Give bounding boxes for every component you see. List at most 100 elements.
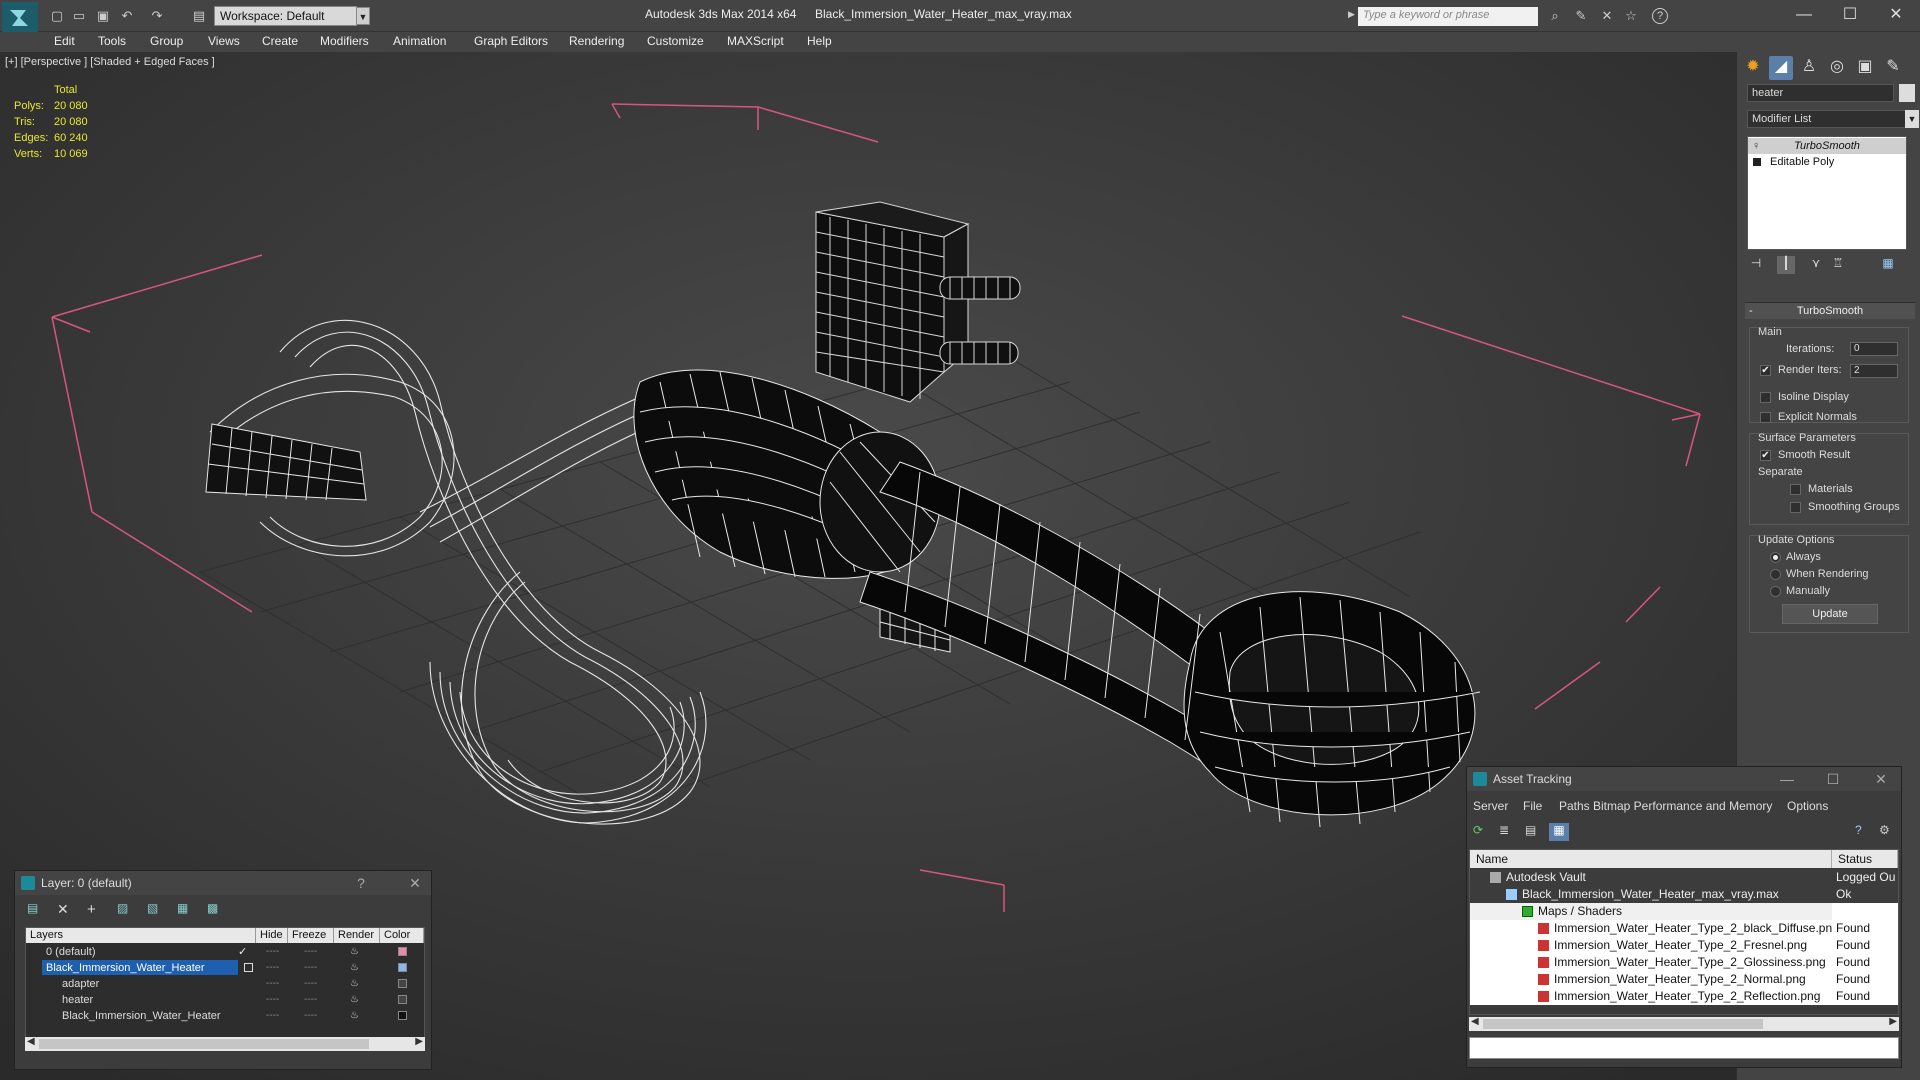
scroll-left-icon[interactable]: ◀ bbox=[27, 1036, 35, 1047]
menu-modifiers[interactable]: Modifiers bbox=[320, 34, 369, 48]
highlight-layer-icon[interactable]: ▧ bbox=[147, 901, 158, 915]
hide-toggle[interactable]: ---- bbox=[266, 1008, 280, 1024]
layer-window-help[interactable]: ? bbox=[351, 871, 371, 895]
freeze-toggle[interactable]: ---- bbox=[304, 960, 318, 976]
active-layer-check-icon[interactable]: ✓ bbox=[238, 944, 247, 960]
asset-row[interactable]: Immersion_Water_Heater_Type_2_Fresnel.pn… bbox=[1470, 937, 1898, 954]
asset-row[interactable]: Immersion_Water_Heater_Type_2_Glossiness… bbox=[1470, 954, 1898, 971]
freeze-toggle[interactable]: ---- bbox=[304, 976, 318, 992]
lightbulb-icon[interactable]: ♀ bbox=[1752, 138, 1760, 154]
render-iters-spinner[interactable]: 2 bbox=[1850, 364, 1898, 378]
layer-row[interactable]: heater ---- ---- ♨ bbox=[26, 992, 424, 1008]
delete-layer-icon[interactable]: ✕ bbox=[57, 901, 69, 918]
asset-menu-server[interactable]: Server bbox=[1473, 799, 1508, 813]
table-view-icon[interactable]: ▦ bbox=[1549, 823, 1569, 841]
asset-horizontal-scrollbar[interactable]: ◀ ▶ bbox=[1469, 1016, 1899, 1031]
freeze-toggle[interactable]: ---- bbox=[304, 1008, 318, 1024]
layer-window-titlebar[interactable]: Layer: 0 (default) ? ✕ bbox=[15, 871, 431, 895]
render-teapot-icon[interactable]: ♨ bbox=[350, 976, 364, 992]
col-layers[interactable]: Layers bbox=[26, 928, 256, 943]
layer-active-box-icon[interactable] bbox=[244, 963, 253, 972]
smoothing-groups-checkbox[interactable] bbox=[1790, 502, 1801, 513]
menu-customize[interactable]: Customize bbox=[647, 34, 704, 48]
hide-toggle[interactable]: ---- bbox=[266, 944, 280, 960]
asset-tracking-window[interactable]: Asset Tracking — ☐ ✕ Server File Paths B… bbox=[1466, 766, 1902, 1068]
col-name[interactable]: Name bbox=[1470, 850, 1832, 868]
hide-all-layers-icon[interactable]: ▦ bbox=[177, 901, 188, 915]
when-rendering-radio[interactable] bbox=[1770, 569, 1781, 580]
col-render[interactable]: Render bbox=[334, 928, 380, 943]
asset-row[interactable]: Maps / Shaders bbox=[1470, 903, 1898, 920]
vault-help-icon[interactable]: ? bbox=[1855, 823, 1862, 837]
viewport-label[interactable]: [+] [Perspective ] [Shaded + Edged Faces… bbox=[5, 56, 215, 68]
asset-menu-file[interactable]: File bbox=[1523, 799, 1542, 813]
pin-stack-icon[interactable]: ⊣ bbox=[1747, 256, 1765, 274]
col-freeze[interactable]: Freeze bbox=[288, 928, 334, 943]
asset-menu-options[interactable]: Options bbox=[1787, 799, 1828, 813]
make-unique-icon[interactable]: ⋎ bbox=[1807, 256, 1825, 274]
render-iters-checkbox[interactable]: ✔ bbox=[1760, 365, 1771, 376]
menu-views[interactable]: Views bbox=[208, 34, 240, 48]
maximize-icon[interactable]: ☐ bbox=[1836, 4, 1864, 26]
freeze-all-layers-icon[interactable]: ▩ bbox=[207, 901, 218, 915]
thumbnail-view-icon[interactable]: ▤ bbox=[1525, 823, 1536, 837]
modify-tab-icon[interactable]: ◢ bbox=[1769, 56, 1793, 80]
undo-icon[interactable]: ↶ bbox=[118, 8, 136, 24]
select-objects-icon[interactable]: ▨ bbox=[117, 901, 128, 915]
new-file-icon[interactable]: ▢ bbox=[48, 8, 66, 24]
stack-item-turbosmooth[interactable]: ♀ TurboSmooth bbox=[1748, 138, 1906, 154]
asset-menu-paths[interactable]: Paths bbox=[1559, 799, 1590, 813]
menu-rendering[interactable]: Rendering bbox=[569, 34, 624, 48]
render-teapot-icon[interactable]: ♨ bbox=[350, 944, 364, 960]
asset-path-field[interactable] bbox=[1469, 1037, 1899, 1059]
turbosmooth-rollout-header[interactable]: - TurboSmooth bbox=[1745, 303, 1915, 319]
minimize-icon[interactable]: — bbox=[1790, 4, 1818, 26]
scroll-right-icon[interactable]: ▶ bbox=[1889, 1016, 1897, 1027]
list-view-icon[interactable]: ≣ bbox=[1499, 823, 1509, 837]
communication-icon[interactable]: ✕ bbox=[1598, 8, 1616, 24]
open-file-icon[interactable]: ▭ bbox=[70, 8, 88, 24]
motion-tab-icon[interactable]: ◎ bbox=[1825, 56, 1849, 80]
col-color[interactable]: Color bbox=[380, 928, 424, 943]
scroll-left-icon[interactable]: ◀ bbox=[1471, 1016, 1479, 1027]
help-icon[interactable]: ? bbox=[1652, 8, 1668, 24]
update-button[interactable]: Update bbox=[1782, 604, 1878, 624]
favorites-icon[interactable]: ☆ bbox=[1622, 8, 1640, 24]
redo-icon[interactable]: ↷ bbox=[148, 8, 166, 24]
layer-color-swatch[interactable] bbox=[398, 979, 407, 988]
layer-color-swatch[interactable] bbox=[398, 995, 407, 1004]
smooth-result-checkbox[interactable]: ✔ bbox=[1760, 450, 1771, 461]
asset-row[interactable]: Immersion_Water_Heater_Type_2_black_Diff… bbox=[1470, 920, 1898, 937]
chevron-down-icon[interactable]: ▼ bbox=[1905, 110, 1919, 128]
refresh-icon[interactable]: ⟳ bbox=[1473, 823, 1483, 837]
hide-toggle[interactable]: ---- bbox=[266, 992, 280, 1008]
layer-row[interactable]: Black_Immersion_Water_Heater ---- ---- ♨ bbox=[26, 1008, 424, 1024]
menu-create[interactable]: Create bbox=[262, 34, 298, 48]
hierarchy-tab-icon[interactable]: ♙ bbox=[1797, 56, 1821, 80]
asset-row[interactable]: Black_Immersion_Water_Heater_max_vray.ma… bbox=[1470, 886, 1898, 903]
workspace-dropdown[interactable]: Workspace: Default ▼ bbox=[214, 6, 370, 26]
close-icon[interactable]: ✕ bbox=[405, 871, 425, 895]
subscription-icon[interactable]: ✎ bbox=[1572, 8, 1590, 24]
manually-radio[interactable] bbox=[1770, 586, 1781, 597]
create-layer-icon[interactable]: ▤ bbox=[27, 901, 38, 915]
asset-row[interactable]: Immersion_Water_Heater_Type_2_Reflection… bbox=[1470, 988, 1898, 1005]
layer-manager-window[interactable]: Layer: 0 (default) ? ✕ ▤ ✕ + ▨ ▧ ▦ ▩ Lay… bbox=[14, 870, 432, 1070]
menu-animation[interactable]: Animation bbox=[393, 34, 446, 48]
menu-tools[interactable]: Tools bbox=[98, 34, 126, 48]
create-tab-icon[interactable]: ✹ bbox=[1741, 56, 1765, 80]
menu-group[interactable]: Group bbox=[150, 34, 183, 48]
stack-item-editable-poly[interactable]: Editable Poly bbox=[1748, 154, 1906, 170]
render-teapot-icon[interactable]: ♨ bbox=[350, 960, 364, 976]
scroll-thumb[interactable] bbox=[1483, 1019, 1763, 1029]
asset-menu-bitmap-performance[interactable]: Bitmap Performance and Memory bbox=[1593, 799, 1772, 813]
display-tab-icon[interactable]: ▣ bbox=[1853, 56, 1877, 80]
search-expand-icon[interactable]: ▶ bbox=[1348, 9, 1355, 20]
scroll-right-icon[interactable]: ▶ bbox=[415, 1036, 423, 1047]
binoculars-icon[interactable]: ⌕ bbox=[1546, 8, 1564, 24]
modifier-list-dropdown[interactable]: Modifier List ▼ bbox=[1747, 110, 1919, 128]
remove-modifier-icon[interactable]: ♖ bbox=[1829, 256, 1847, 274]
object-name-field[interactable]: heater bbox=[1747, 84, 1894, 102]
render-teapot-icon[interactable]: ♨ bbox=[350, 992, 364, 1008]
menu-maxscript[interactable]: MAXScript bbox=[727, 34, 784, 48]
